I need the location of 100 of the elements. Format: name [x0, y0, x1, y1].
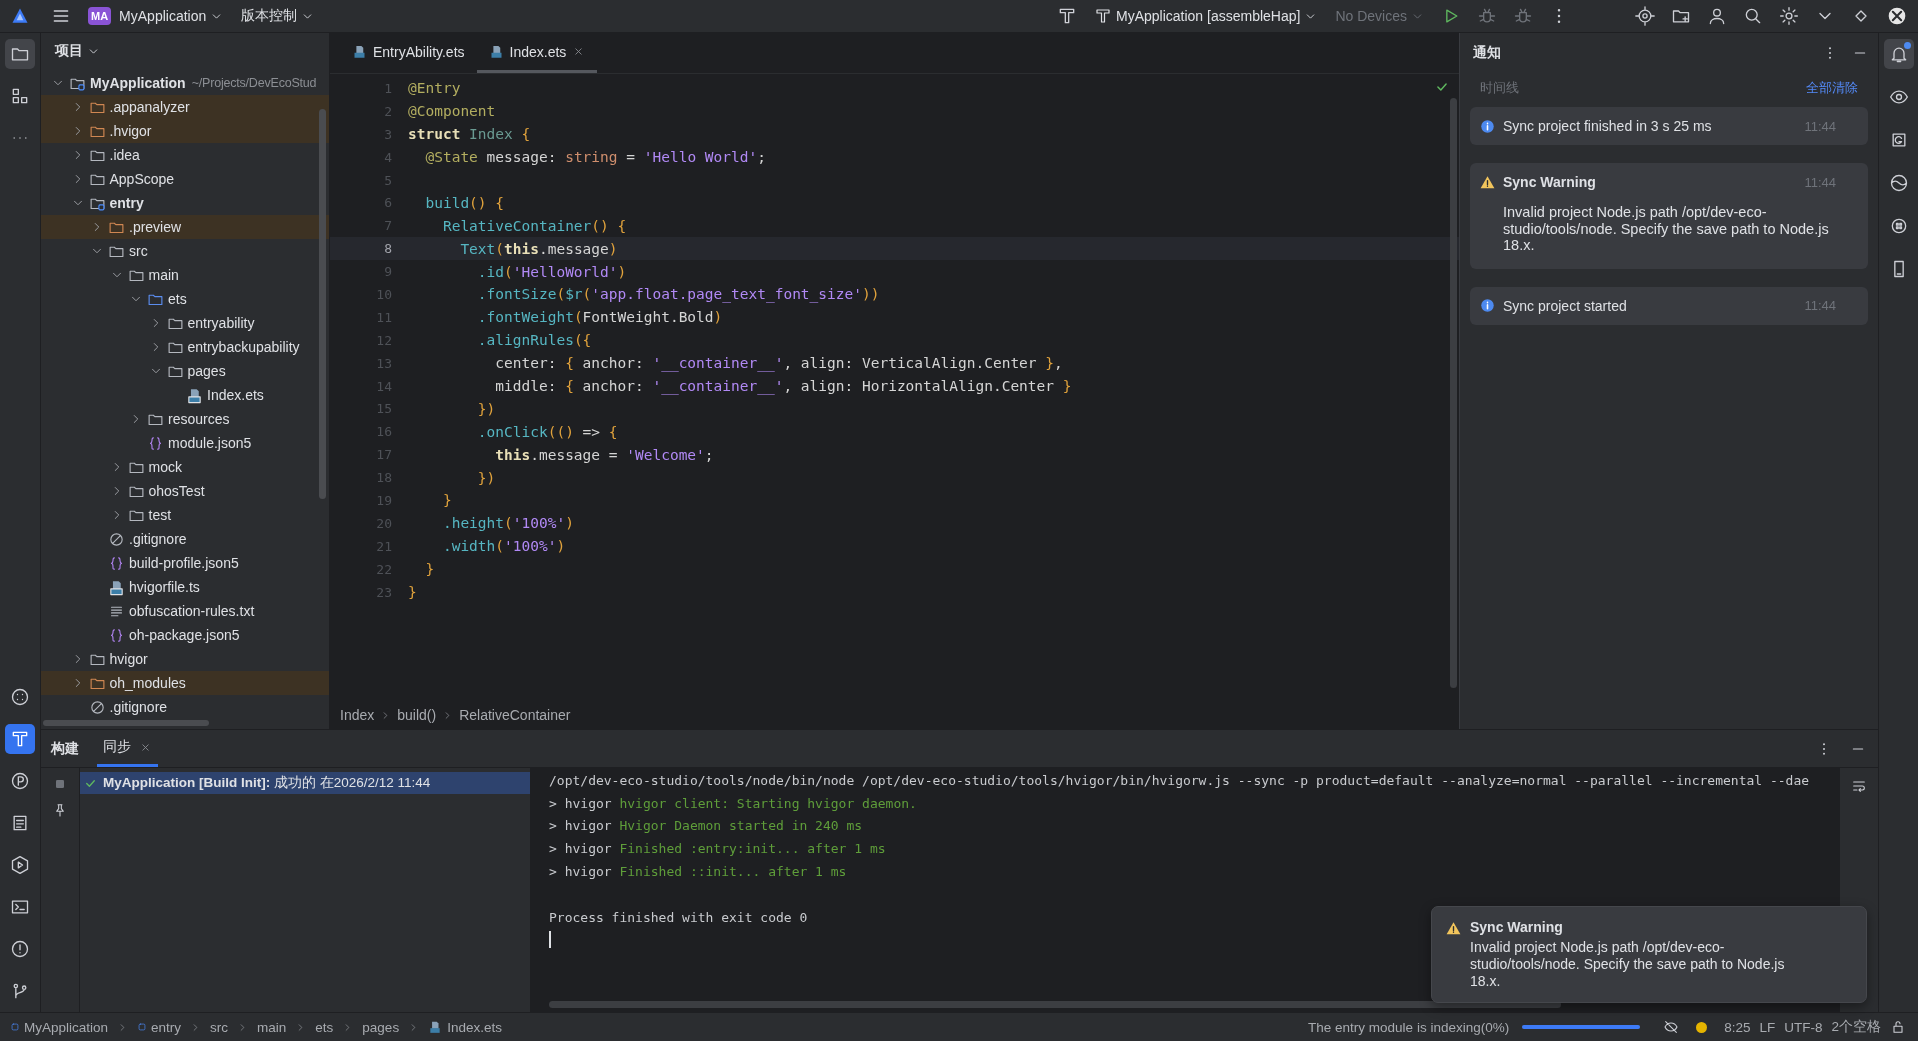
tree-row[interactable]: ohosTest — [41, 479, 329, 503]
settings-icon[interactable] — [1779, 6, 1799, 26]
tree-item-label: MyApplication — [90, 75, 186, 91]
hammer-icon[interactable] — [1057, 6, 1077, 26]
tree-row[interactable]: .appanalyzer — [41, 95, 329, 119]
breadcrumb[interactable]: src — [210, 1019, 229, 1035]
tree-row[interactable]: oh_modules — [41, 671, 329, 695]
project-menu[interactable]: MA MyApplication — [84, 4, 228, 28]
breadcrumb[interactable]: pages — [362, 1019, 400, 1035]
code-line: @Entry — [408, 80, 461, 97]
tree-row[interactable]: build-profile.json5 — [41, 551, 329, 575]
tree-row[interactable]: .gitignore — [41, 527, 329, 551]
breadcrumb[interactable]: Index — [340, 707, 375, 723]
code-line: .onClick(() => { — [476, 423, 618, 440]
tree-row[interactable]: hvigor — [41, 647, 329, 671]
eye-off-icon[interactable] — [1663, 1019, 1680, 1035]
warning-icon — [1446, 921, 1461, 936]
tree-row[interactable]: module.json5 — [41, 431, 329, 455]
tree-row[interactable]: Index.ets — [41, 383, 329, 407]
indent-setting[interactable]: 2个空格 — [1831, 1018, 1881, 1036]
code-line: this.message = 'Welcome'; — [494, 446, 714, 463]
clear-all-link[interactable]: 全部清除 — [1806, 79, 1858, 97]
code-line: .height('100%') — [441, 515, 574, 532]
wrap-icon[interactable] — [1851, 778, 1867, 794]
tree-row[interactable]: mock — [41, 455, 329, 479]
breadcrumb[interactable]: Index.ets — [447, 1019, 502, 1035]
code-line: middle: { anchor: '__container__', align: HorizontalAlign.Center } — [494, 378, 1072, 394]
code-line: .width('100%') — [441, 538, 566, 555]
scrollbar[interactable] — [319, 109, 326, 499]
tree-item-label: oh-package.json5 — [129, 627, 240, 643]
file-icon — [352, 44, 367, 59]
file-encoding[interactable]: UTF-8 — [1784, 1019, 1823, 1035]
breadcrumb[interactable]: MyApplication — [24, 1019, 109, 1035]
scrollbar[interactable] — [43, 720, 209, 726]
tree-item-label: main — [148, 267, 179, 283]
tree-row[interactable]: MyApplication ~/Projects/DevEcoStud — [41, 71, 329, 95]
editor-tab[interactable]: EntryAbility.ets — [340, 33, 477, 73]
tree-row[interactable]: ets — [41, 287, 329, 311]
close-icon[interactable] — [1887, 6, 1907, 26]
tree-row[interactable]: .gitignore — [41, 695, 329, 719]
code-line: } — [441, 492, 452, 509]
search-icon[interactable] — [1743, 6, 1763, 26]
breadcrumb[interactable]: RelativeContainer — [459, 707, 571, 723]
tree-row[interactable]: entry — [41, 191, 329, 215]
scrollbar[interactable] — [1450, 98, 1457, 688]
tree-row[interactable]: resources — [41, 407, 329, 431]
ignore-icon — [108, 530, 125, 548]
tree-row[interactable]: obfuscation-rules.txt — [41, 599, 329, 623]
lock-icon[interactable] — [1890, 1019, 1906, 1035]
logo-icon[interactable] — [10, 6, 30, 26]
status-dot[interactable] — [1696, 1021, 1708, 1033]
tree-item-label: obfuscation-rules.txt — [129, 603, 255, 619]
target-icon[interactable] — [1635, 6, 1655, 26]
notification-time: 11:44 — [1804, 118, 1836, 134]
tree-item-label: hvigor — [109, 651, 148, 667]
notification-title: Sync project finished in 3 s 25 ms — [1503, 118, 1713, 134]
vcs-menu[interactable]: 版本控制 — [237, 4, 319, 28]
code-line: @Component — [408, 103, 496, 120]
hammer-icon[interactable] — [5, 724, 35, 754]
tree-item-label: ets — [168, 291, 187, 307]
tree-item-label: entry — [109, 195, 144, 211]
breadcrumb[interactable]: entry — [151, 1019, 182, 1035]
tree-row[interactable]: oh-package.json5 — [41, 623, 329, 647]
section-label: 时间线 — [1480, 79, 1519, 97]
breadcrumb[interactable]: main — [257, 1019, 287, 1035]
tree-row[interactable]: entryability — [41, 311, 329, 335]
project-path: ~/Projects/DevEcoStud — [191, 76, 317, 90]
breadcrumb[interactable]: build() — [397, 707, 437, 723]
bell-icon[interactable] — [1883, 39, 1914, 69]
code-line: .id('HelloWorld') — [476, 263, 627, 280]
person-icon[interactable] — [1707, 6, 1727, 26]
tree-row[interactable]: pages — [41, 359, 329, 383]
tree-row[interactable]: .idea — [41, 143, 329, 167]
tree-row[interactable]: hvigorfile.ts — [41, 575, 329, 599]
tree-item-label: src — [129, 243, 148, 259]
tree-item-label: pages — [187, 363, 226, 379]
breadcrumb[interactable]: ets — [315, 1019, 334, 1035]
tree-row[interactable]: main — [41, 263, 329, 287]
scrollbar[interactable] — [549, 1001, 1561, 1008]
tree-row[interactable]: test — [41, 503, 329, 527]
tree-row[interactable]: .preview — [41, 215, 329, 239]
tree-row[interactable]: .hvigor — [41, 119, 329, 143]
tree-row[interactable]: entrybackupability — [41, 335, 329, 359]
line-separator[interactable]: LF — [1759, 1019, 1776, 1035]
text-cursor — [549, 930, 551, 948]
build-tree-item[interactable]: MyApplication [Build Init]: 成功的 在2026/2/12 11:44 — [80, 772, 530, 794]
check-icon — [1435, 80, 1449, 94]
editor-tab[interactable]: Index.ets — [476, 33, 598, 73]
caret-position[interactable]: 8:25 — [1724, 1019, 1751, 1035]
project-view-dropdown[interactable]: 项目 — [49, 41, 106, 61]
tree-item-label: AppScope — [109, 171, 175, 187]
braces-icon — [108, 626, 125, 644]
panel-tab[interactable]: 同步 — [97, 730, 158, 767]
info-icon — [1480, 118, 1495, 134]
folder-icon[interactable] — [5, 39, 35, 69]
run-config-dropdown[interactable]: MyApplication [assembleHap] — [1090, 4, 1322, 28]
tree-row[interactable]: src — [41, 239, 329, 263]
tree-row[interactable]: AppScope — [41, 167, 329, 191]
tree-item-label: test — [148, 507, 172, 523]
tree-item-label: entrybackupability — [187, 339, 300, 355]
